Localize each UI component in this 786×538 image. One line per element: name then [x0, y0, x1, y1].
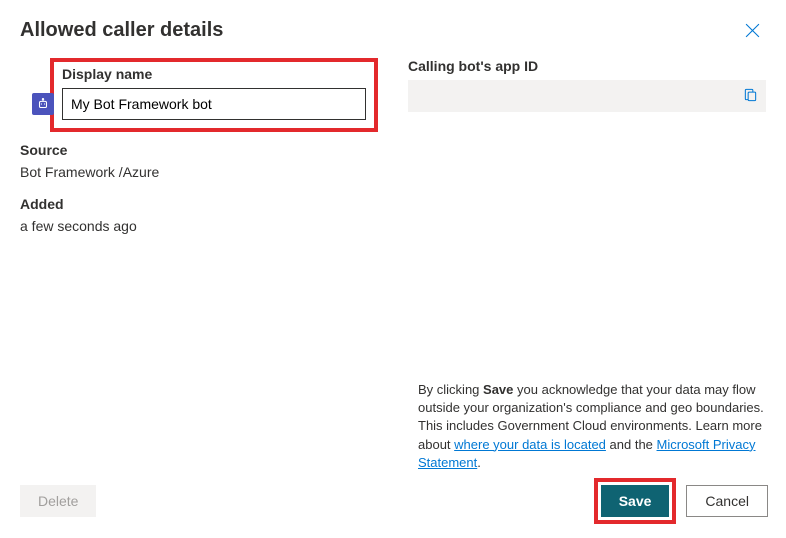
panel-footer: Delete Save Cancel	[20, 478, 768, 524]
source-value: Bot Framework /Azure	[20, 164, 378, 180]
right-column: Calling bot's app ID	[408, 58, 766, 250]
footer-actions: Save Cancel	[594, 478, 768, 524]
highlight-display-name: Display name	[50, 58, 378, 132]
close-button[interactable]	[738, 16, 766, 44]
added-value: a few seconds ago	[20, 218, 378, 234]
disclaimer-text: .	[477, 455, 481, 470]
left-column: Display name Source Bot Framework /Azure	[20, 58, 378, 250]
close-icon	[745, 23, 760, 38]
added-label: Added	[20, 196, 378, 212]
panel-header: Allowed caller details	[0, 0, 786, 52]
disclaimer-bold: Save	[483, 382, 513, 397]
panel-title: Allowed caller details	[20, 19, 223, 42]
added-group: Added a few seconds ago	[20, 196, 378, 234]
copy-button[interactable]	[743, 87, 758, 105]
copy-icon	[743, 87, 758, 102]
disclaimer-text: and the	[606, 437, 657, 452]
app-id-field[interactable]	[408, 80, 766, 112]
display-name-label: Display name	[62, 66, 366, 82]
source-group: Source Bot Framework /Azure	[20, 142, 378, 180]
data-location-link[interactable]: where your data is located	[454, 437, 606, 452]
app-id-label: Calling bot's app ID	[408, 58, 766, 74]
delete-button[interactable]: Delete	[20, 485, 96, 517]
bot-icon	[32, 93, 54, 115]
source-label: Source	[20, 142, 378, 158]
display-name-input[interactable]	[62, 88, 366, 120]
save-button[interactable]: Save	[601, 485, 670, 517]
save-disclaimer: By clicking Save you acknowledge that yo…	[418, 381, 768, 472]
disclaimer-text: By clicking	[418, 382, 483, 397]
cancel-button[interactable]: Cancel	[686, 485, 768, 517]
highlight-save: Save	[594, 478, 677, 524]
display-name-row	[32, 88, 366, 120]
panel-content: Display name Source Bot Framework /Azure	[0, 52, 786, 250]
